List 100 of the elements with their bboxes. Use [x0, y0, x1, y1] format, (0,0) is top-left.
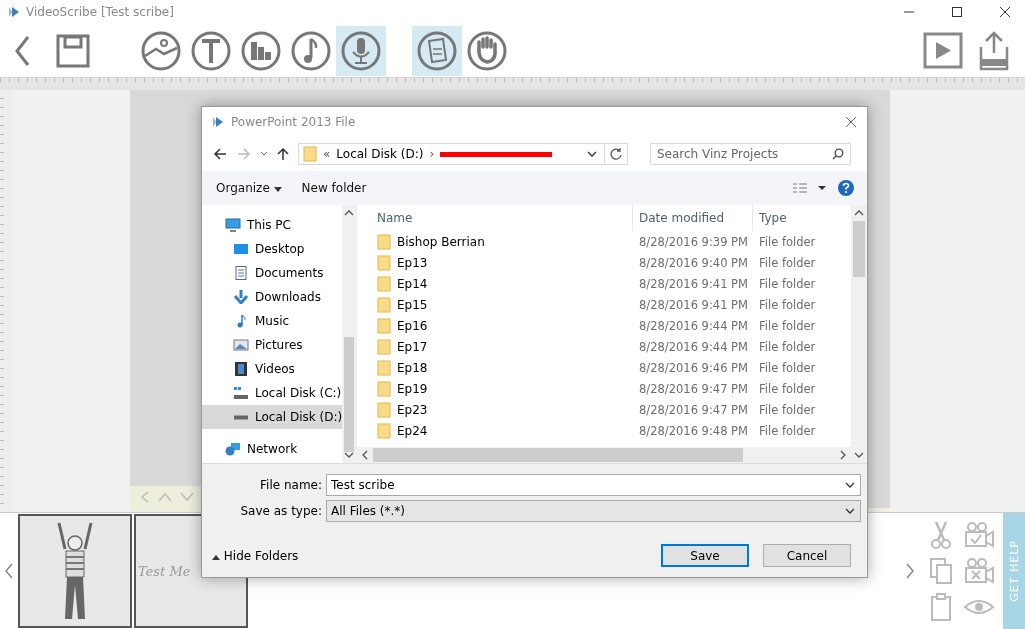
nav-item[interactable]: This PC [202, 213, 343, 237]
clipboard-icon[interactable] [928, 592, 954, 622]
column-header[interactable]: Name [357, 205, 633, 231]
document-icon [233, 266, 249, 280]
nav-item[interactable]: Pictures [202, 333, 343, 357]
window-title: VideoScribe [Test scribe] [26, 5, 174, 19]
cancel-button[interactable]: Cancel [763, 544, 851, 567]
file-name[interactable]: Ep23 [397, 402, 428, 417]
search-field[interactable]: Search Vinz Projects [650, 143, 851, 165]
scrollbar-thumb[interactable] [373, 448, 743, 462]
dialog-title: PowerPoint 2013 File [231, 115, 356, 129]
file-type: File folder [758, 381, 817, 396]
folder-icon [377, 422, 391, 439]
scroll-right-icon[interactable] [904, 561, 916, 581]
address-bar[interactable]: « Local Disk (D:) › [298, 143, 628, 165]
scroll-up-icon[interactable] [344, 209, 355, 217]
file-name[interactable]: Ep24 [397, 423, 428, 438]
file-type: File folder [758, 402, 817, 417]
close-icon[interactable] [999, 6, 1011, 18]
breadcrumb-item[interactable]: › [429, 147, 435, 161]
drive-icon [233, 414, 249, 420]
app-logo-icon [212, 116, 224, 128]
file-type: File folder [758, 255, 817, 270]
refresh-icon[interactable] [609, 147, 623, 161]
file-name[interactable]: Ep19 [397, 381, 428, 396]
export-icon[interactable] [977, 30, 1011, 71]
scrollbar-thumb[interactable] [853, 221, 865, 277]
date-modified: 8/28/2016 9:41 PM [638, 297, 749, 312]
system-drive-icon [233, 386, 249, 400]
file-name[interactable]: Bishop Berrian [397, 234, 485, 249]
file-name-field[interactable]: Test scribe [326, 474, 861, 496]
nav-item[interactable]: Desktop [202, 237, 343, 261]
back-arrow-icon[interactable] [212, 147, 228, 161]
file-name[interactable]: Ep17 [397, 339, 428, 354]
play-icon[interactable] [923, 30, 965, 71]
file-type: File folder [758, 297, 817, 312]
nav-item[interactable]: Local Disk (D:) [202, 405, 343, 429]
new-folder-button[interactable]: New folder [295, 179, 373, 197]
folder-icon [377, 254, 391, 271]
file-name-label: File name: [259, 478, 322, 492]
folder-icon [377, 338, 391, 355]
thumbnail-text: Test Me [138, 563, 192, 579]
maximize-icon[interactable] [951, 6, 963, 18]
scrollbar-thumb[interactable] [344, 337, 354, 452]
file-type: File folder [758, 339, 817, 354]
scroll-down-icon[interactable] [344, 451, 355, 459]
date-modified: 8/28/2016 9:41 PM [638, 276, 749, 291]
help-icon[interactable] [837, 179, 855, 197]
scroll-left-icon[interactable] [3, 561, 15, 581]
dropdown-caret-icon[interactable] [844, 506, 856, 516]
folder-icon [377, 233, 391, 250]
date-modified: 8/28/2016 9:44 PM [638, 339, 749, 354]
file-name[interactable]: Ep18 [397, 360, 428, 375]
folder-icon [377, 401, 391, 418]
folder-icon [377, 317, 391, 334]
nav-item[interactable]: Network [202, 437, 343, 461]
close-icon[interactable] [845, 116, 857, 128]
scroll-right-icon[interactable] [839, 450, 847, 460]
nav-item[interactable]: Documents [202, 261, 343, 285]
folder-icon [377, 296, 391, 313]
nav-item[interactable]: Downloads [202, 285, 343, 309]
column-header[interactable]: Date modified [633, 205, 753, 231]
folder-icon [377, 275, 391, 292]
save-button[interactable]: Save [661, 544, 749, 567]
nav-item[interactable]: Videos [202, 357, 343, 381]
caret-icon [273, 187, 282, 192]
folder-icon [303, 146, 317, 162]
organize-menu[interactable]: Organize [210, 179, 288, 197]
desktop-icon [233, 242, 249, 256]
file-name[interactable]: Ep13 [397, 255, 428, 270]
save-type-dropdown[interactable]: All Files (*.*) [326, 500, 861, 522]
date-modified: 8/28/2016 9:44 PM [638, 318, 749, 333]
file-type: File folder [758, 423, 817, 438]
network-icon [225, 442, 241, 456]
scroll-up-icon[interactable] [854, 209, 864, 217]
dropdown-caret-icon[interactable] [844, 480, 856, 490]
scene-thumbnail[interactable] [18, 514, 132, 628]
column-header[interactable]: Type [753, 205, 851, 231]
picture-frame-icon [233, 338, 249, 352]
file-type: File folder [758, 318, 817, 333]
file-name[interactable]: Ep15 [397, 297, 428, 312]
file-name[interactable]: Ep16 [397, 318, 428, 333]
scroll-down-icon[interactable] [854, 451, 864, 459]
computer-icon [225, 218, 241, 232]
search-icon[interactable] [832, 148, 844, 160]
date-modified: 8/28/2016 9:40 PM [638, 255, 749, 270]
scroll-left-icon[interactable] [361, 450, 369, 460]
up-arrow-icon[interactable] [276, 147, 290, 161]
nav-item[interactable]: Local Disk (C:) [202, 381, 343, 405]
file-name[interactable]: Ep14 [397, 276, 428, 291]
dropdown-caret-icon[interactable] [586, 149, 598, 159]
view-options-icon[interactable] [791, 181, 829, 195]
breadcrumb-item[interactable]: « [323, 147, 331, 161]
breadcrumb-item[interactable]: Local Disk (D:) [336, 147, 424, 161]
nav-item[interactable]: Music [202, 309, 343, 333]
microphone-icon[interactable] [336, 25, 386, 76]
app-logo-icon [8, 6, 20, 18]
film-icon [233, 362, 249, 376]
camera-check-icon[interactable] [963, 520, 995, 550]
document-icon[interactable] [412, 25, 462, 76]
